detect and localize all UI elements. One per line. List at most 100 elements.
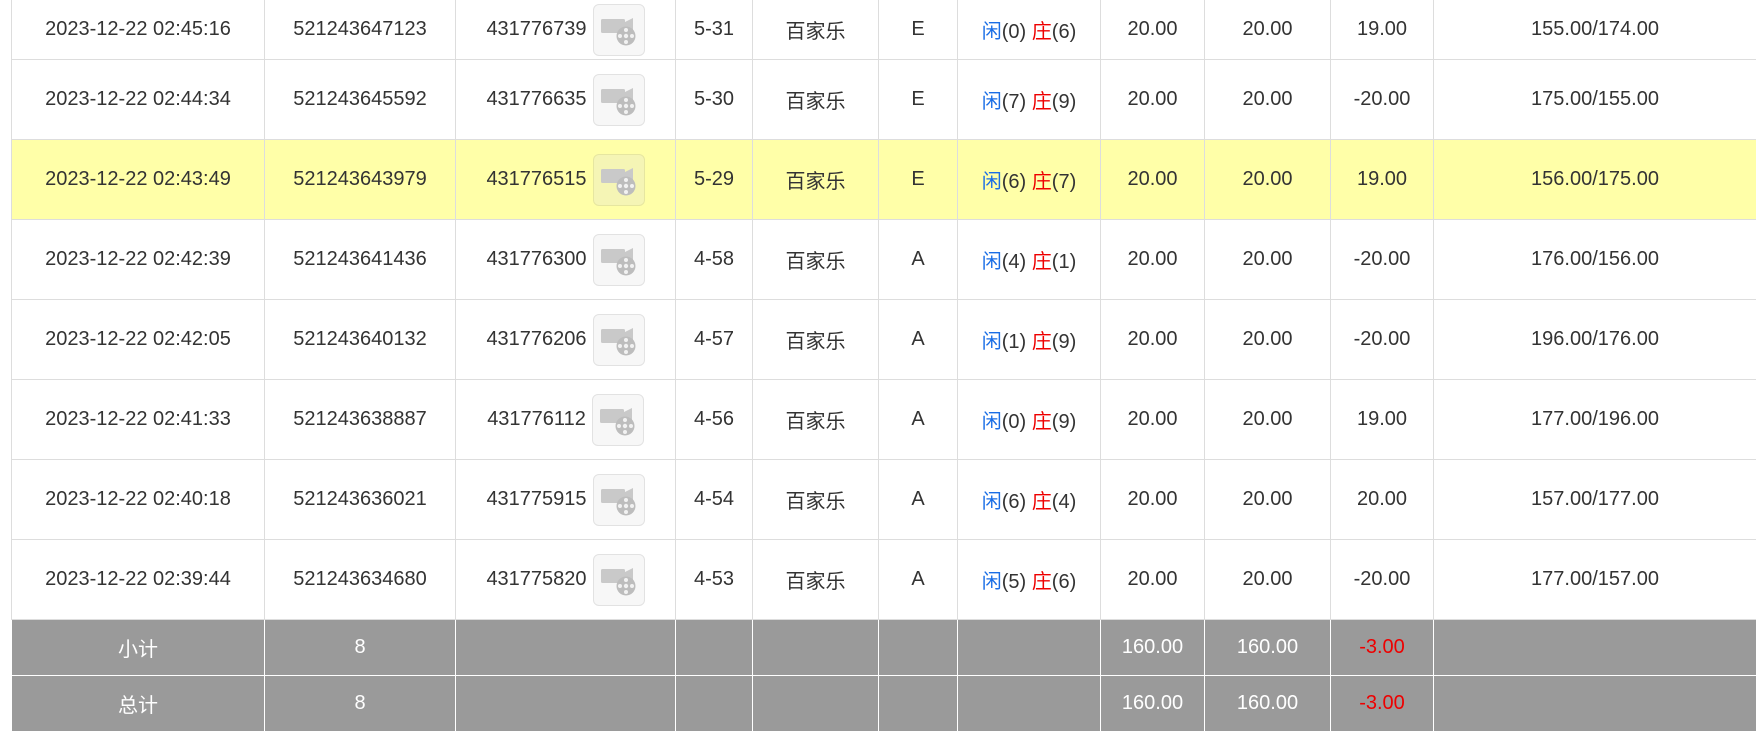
round-id-cell: 431776112 — [456, 380, 676, 460]
win-loss: -20.00 — [1331, 220, 1434, 300]
bet-id: 521243634680 — [265, 540, 456, 620]
result: 闲(0) 庄(6) — [958, 0, 1101, 60]
video-replay-icon — [599, 323, 639, 357]
video-replay-icon — [599, 243, 639, 277]
summary-win-loss: -3.00 — [1331, 676, 1434, 732]
banker-score: (6) — [1052, 571, 1076, 593]
balance: 177.00/157.00 — [1434, 540, 1756, 620]
valid-bet: 20.00 — [1205, 540, 1331, 620]
game-name: 百家乐 — [753, 0, 879, 60]
valid-bet: 20.00 — [1205, 0, 1331, 60]
bet-id: 521243638887 — [265, 380, 456, 460]
player-label: 闲 — [982, 171, 1002, 193]
bet-amount: 20.00 — [1101, 300, 1205, 380]
table-row: 2023-12-22 02:42:39 521243641436 4317763… — [12, 220, 1756, 300]
valid-bet: 20.00 — [1205, 220, 1331, 300]
video-replay-button[interactable] — [593, 74, 645, 126]
video-replay-button[interactable] — [593, 154, 645, 206]
summary-empty — [456, 676, 676, 732]
bet-time: 2023-12-22 02:44:34 — [12, 60, 265, 140]
table-row: 2023-12-22 02:39:44 521243634680 4317758… — [12, 540, 1756, 620]
banker-label: 庄 — [1032, 21, 1052, 43]
game-name: 百家乐 — [753, 380, 879, 460]
win-loss: 19.00 — [1331, 380, 1434, 460]
bet-id: 521243641436 — [265, 220, 456, 300]
subtotal-row: 小计 8 160.00 160.00 -3.00 — [12, 620, 1756, 676]
shoe-number: 4-58 — [676, 220, 753, 300]
balance: 177.00/196.00 — [1434, 380, 1756, 460]
video-replay-button[interactable] — [593, 554, 645, 606]
shoe-number: 4-54 — [676, 460, 753, 540]
bet-id: 521243636021 — [265, 460, 456, 540]
balance: 176.00/156.00 — [1434, 220, 1756, 300]
result: 闲(5) 庄(6) — [958, 540, 1101, 620]
bet-time: 2023-12-22 02:42:39 — [12, 220, 265, 300]
round-id: 431776206 — [486, 328, 586, 351]
shoe-number: 4-57 — [676, 300, 753, 380]
player-label: 闲 — [982, 91, 1002, 113]
bet-time: 2023-12-22 02:39:44 — [12, 540, 265, 620]
win-loss: 19.00 — [1331, 0, 1434, 60]
banker-score: (9) — [1052, 331, 1076, 353]
summary-label: 小计 — [12, 620, 265, 676]
result: 闲(6) 庄(4) — [958, 460, 1101, 540]
table-row: 2023-12-22 02:41:33 521243638887 4317761… — [12, 380, 1756, 460]
banker-score: (9) — [1052, 411, 1076, 433]
summary-count: 8 — [265, 676, 456, 732]
table-code: A — [879, 540, 958, 620]
summary-empty — [1434, 676, 1756, 732]
bet-time: 2023-12-22 02:45:16 — [12, 0, 265, 60]
video-replay-button[interactable] — [593, 314, 645, 366]
bet-time: 2023-12-22 02:41:33 — [12, 380, 265, 460]
table-code: A — [879, 300, 958, 380]
bet-records-table: 2023-12-22 02:45:16 521243647123 4317767… — [11, 0, 1756, 732]
round-id-cell: 431775820 — [456, 540, 676, 620]
player-label: 闲 — [982, 491, 1002, 513]
video-replay-icon — [599, 483, 639, 517]
table-row: 2023-12-22 02:45:16 521243647123 4317767… — [12, 0, 1756, 60]
video-replay-icon — [599, 13, 639, 47]
bet-time: 2023-12-22 02:43:49 — [12, 140, 265, 220]
result: 闲(1) 庄(9) — [958, 300, 1101, 380]
banker-label: 庄 — [1032, 251, 1052, 273]
video-replay-button[interactable] — [593, 4, 645, 56]
player-label: 闲 — [982, 331, 1002, 353]
banker-label: 庄 — [1032, 491, 1052, 513]
game-name: 百家乐 — [753, 300, 879, 380]
round-id-cell: 431776515 — [456, 140, 676, 220]
video-replay-button[interactable] — [593, 474, 645, 526]
table-code: A — [879, 220, 958, 300]
game-name: 百家乐 — [753, 540, 879, 620]
round-id: 431776112 — [487, 408, 586, 431]
player-score: (1) — [1002, 331, 1026, 353]
table-row: 2023-12-22 02:44:34 521243645592 4317766… — [12, 60, 1756, 140]
game-name: 百家乐 — [753, 140, 879, 220]
summary-label: 总计 — [12, 676, 265, 732]
total-row: 总计 8 160.00 160.00 -3.00 — [12, 676, 1756, 732]
table-code: A — [879, 460, 958, 540]
player-label: 闲 — [982, 571, 1002, 593]
table-code: A — [879, 380, 958, 460]
summary-empty — [676, 676, 753, 732]
balance: 157.00/177.00 — [1434, 460, 1756, 540]
bet-amount: 20.00 — [1101, 140, 1205, 220]
summary-empty — [456, 620, 676, 676]
balance: 156.00/175.00 — [1434, 140, 1756, 220]
summary-empty — [676, 620, 753, 676]
summary-count: 8 — [265, 620, 456, 676]
summary-empty — [753, 676, 879, 732]
banker-label: 庄 — [1032, 171, 1052, 193]
bet-amount: 20.00 — [1101, 380, 1205, 460]
video-replay-button[interactable] — [592, 394, 644, 446]
round-id-cell: 431776739 — [456, 0, 676, 60]
bet-amount: 20.00 — [1101, 540, 1205, 620]
player-label: 闲 — [982, 411, 1002, 433]
balance: 196.00/176.00 — [1434, 300, 1756, 380]
bet-amount: 20.00 — [1101, 0, 1205, 60]
player-score: (6) — [1002, 491, 1026, 513]
player-label: 闲 — [982, 251, 1002, 273]
valid-bet: 20.00 — [1205, 300, 1331, 380]
bet-amount: 20.00 — [1101, 60, 1205, 140]
banker-label: 庄 — [1032, 91, 1052, 113]
video-replay-button[interactable] — [593, 234, 645, 286]
